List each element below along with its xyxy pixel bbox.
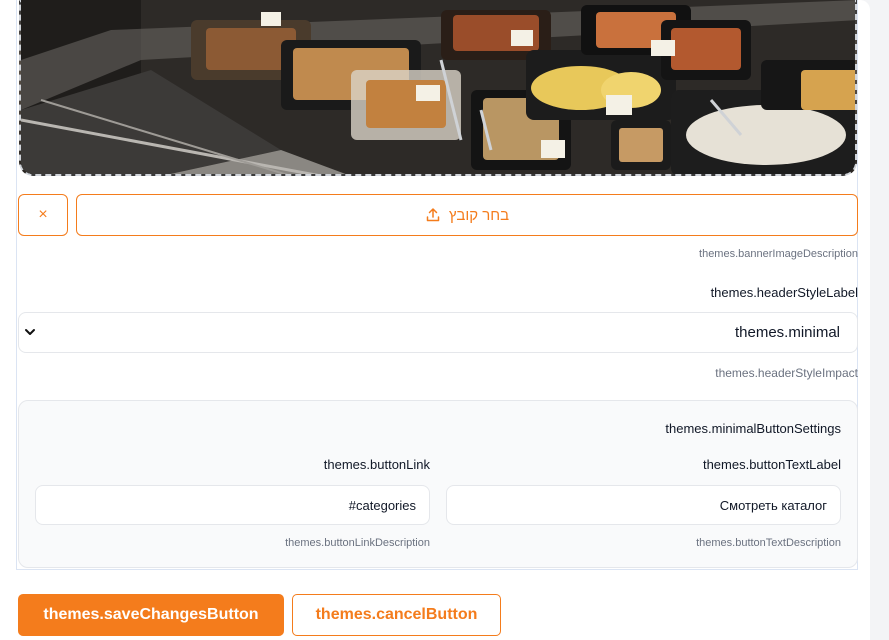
button-link-label: themes.buttonLink (323, 457, 430, 472)
header-style-selected-value: themes.minimal (734, 324, 840, 341)
banner-image-description: themes.bannerImageDescription (699, 248, 858, 260)
banner-image-preview (19, 0, 857, 176)
header-style-label: themes.headerStyleLabel (710, 285, 858, 300)
button-text-input[interactable]: Смотреть каталог (446, 485, 841, 525)
choose-file-label: בחר קובץ (448, 206, 510, 224)
upload-icon (425, 207, 441, 223)
chevron-down-icon (24, 325, 36, 344)
header-style-impact: themes.headerStyleImpact (715, 366, 858, 380)
deli-display-case-photo (21, 0, 855, 174)
clear-image-button[interactable]: × (18, 194, 68, 236)
minimal-button-settings-title: themes.minimalButtonSettings (665, 421, 841, 436)
button-link-input[interactable]: #categories (35, 485, 430, 525)
button-link-description: themes.buttonLinkDescription (285, 537, 430, 549)
close-icon: × (38, 206, 48, 223)
cancel-button[interactable]: themes.cancelButton (292, 594, 501, 636)
button-link-value: #categories (348, 497, 416, 513)
choose-file-button[interactable]: בחר קובץ (76, 194, 858, 236)
header-style-select[interactable]: themes.minimal (18, 312, 858, 353)
button-text-description: themes.buttonTextDescription (696, 537, 841, 549)
button-text-label: themes.buttonTextLabel (702, 457, 841, 472)
save-changes-button[interactable]: themes.saveChangesButton (18, 594, 284, 636)
